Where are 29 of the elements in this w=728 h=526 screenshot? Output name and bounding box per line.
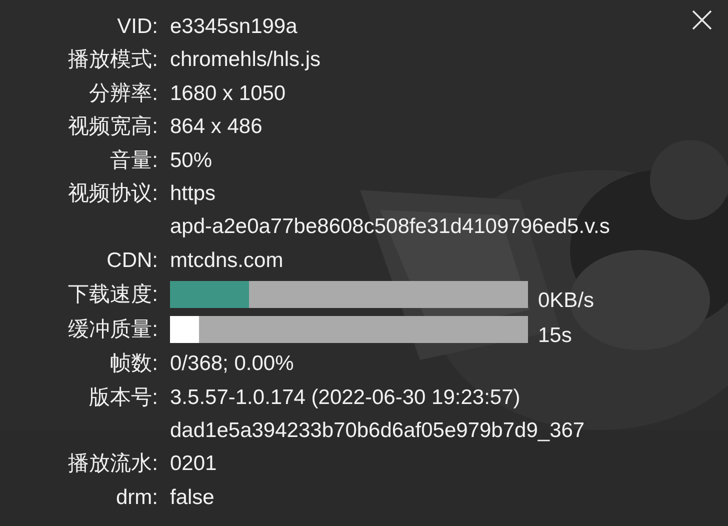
stat-value: dad1e5a394233b70b6d6af05e979b7d9_367	[170, 418, 585, 444]
stat-label: 下载速度:	[67, 282, 158, 308]
stat-label: 版本号:	[88, 384, 158, 411]
stat-value: 3.5.57-1.0.174 (2022-06-30 19:23:57)	[170, 384, 520, 411]
stat-label: 音量:	[109, 148, 158, 174]
stat-label: VID:	[116, 14, 158, 40]
stat-value: chromehls/hls.js	[170, 47, 321, 74]
stat-value: apd-a2e0a77be8608c508fe31d4109796ed5.v.s	[170, 214, 610, 240]
stat-label: 视频宽高:	[67, 114, 158, 140]
stat-value: 864 x 486	[170, 114, 262, 140]
stat-value: 50%	[170, 148, 212, 174]
stat-value: 1680 x 1050	[170, 80, 286, 107]
stat-label: 播放模式:	[67, 47, 158, 74]
stat-label: 分辨率:	[88, 80, 158, 107]
meter-reading: 0KB/s	[538, 288, 594, 313]
stat-value: mtcdns.com	[170, 248, 284, 274]
stat-value: https	[170, 181, 216, 208]
stat-value: 0201	[170, 451, 217, 478]
stat-label: 帧数:	[109, 351, 158, 378]
stat-label: 视频协议:	[67, 181, 158, 208]
stat-value: false	[170, 484, 214, 511]
close-button[interactable]	[690, 8, 714, 32]
stat-label: 播放流水:	[67, 451, 158, 478]
meter-reading: 15s	[538, 324, 572, 348]
stat-label: CDN:	[106, 248, 158, 274]
stat-value: e3345sn199a	[170, 14, 298, 40]
stat-label: drm:	[115, 484, 158, 511]
stat-value: 0/368; 0.00%	[170, 351, 294, 378]
stat-label: 缓冲质量:	[67, 317, 158, 344]
